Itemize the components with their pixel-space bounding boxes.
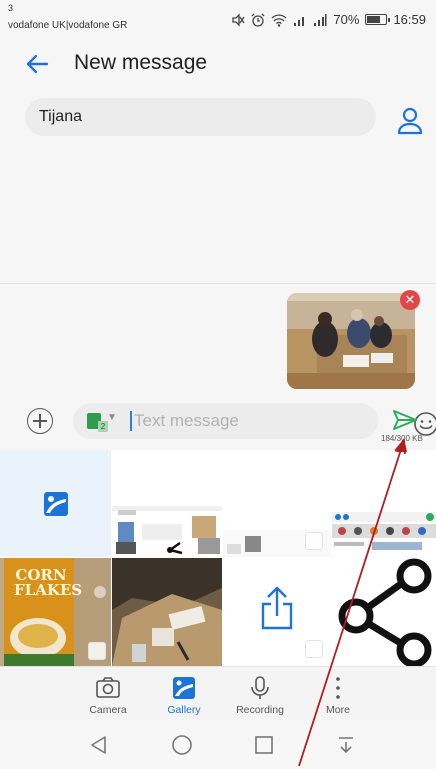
share-icon-thumbnail — [338, 558, 432, 666]
tab-camera[interactable]: Camera — [68, 673, 148, 721]
person-icon — [397, 107, 423, 135]
desk-photo — [112, 558, 222, 666]
tab-gallery-label: Gallery — [167, 704, 201, 716]
screenshot-thumbnail-image — [332, 512, 436, 550]
tab-camera-label: Camera — [89, 704, 127, 716]
navigation-bar — [0, 720, 436, 769]
recipient-area: Tijana — [0, 88, 436, 284]
status-time: 16:59 — [393, 12, 426, 27]
cornflakes-text: CORN FLAKES — [14, 568, 83, 599]
gallery-thumbnail[interactable] — [112, 450, 222, 557]
signal-icon-1 — [294, 16, 305, 26]
wifi-icon — [271, 13, 287, 27]
carrier-sim-number: 3 — [8, 3, 14, 13]
sim-card-icon[interactable] — [87, 413, 108, 432]
select-checkbox[interactable] — [305, 640, 323, 658]
message-input[interactable]: ▼ Text message — [73, 403, 436, 439]
more-icon — [336, 677, 340, 699]
gallery-icon — [173, 677, 195, 699]
upload-share-icon — [261, 586, 293, 630]
tab-more[interactable]: More — [298, 673, 378, 721]
remove-attachment-button[interactable]: ✕ — [400, 290, 420, 310]
text-cursor — [130, 411, 132, 431]
screenshot-thumbnail-image — [112, 506, 222, 555]
gallery-thumbnail[interactable] — [332, 450, 436, 557]
tab-recording[interactable]: Recording — [220, 673, 300, 721]
share-tile[interactable] — [223, 558, 331, 666]
signal-icon-2 — [314, 13, 327, 26]
cornflakes-line2: FLAKES — [14, 581, 83, 599]
recipient-name: Tijana — [39, 108, 82, 125]
nav-home-icon[interactable] — [170, 733, 194, 757]
add-contact-button[interactable] — [396, 106, 424, 136]
message-placeholder: Text message — [134, 411, 239, 430]
nav-recents-icon[interactable] — [252, 733, 276, 757]
battery-percent: 70% — [333, 12, 360, 27]
recipient-chip[interactable]: Tijana — [25, 98, 376, 136]
gallery-thumbnail[interactable] — [223, 450, 331, 557]
tab-more-label: More — [326, 704, 350, 716]
nav-notifications-icon[interactable] — [334, 733, 358, 757]
gallery-open-tile[interactable] — [0, 450, 111, 557]
back-arrow-icon — [26, 54, 49, 74]
page-title: New message — [74, 51, 208, 74]
select-checkbox[interactable] — [305, 532, 323, 550]
send-icon[interactable] — [392, 409, 418, 431]
microphone-icon — [251, 676, 269, 699]
battery-icon — [365, 14, 391, 25]
add-attachment-button[interactable] — [27, 408, 53, 434]
gallery-grid: CORN FLAKES — [0, 450, 436, 666]
alarm-icon — [251, 13, 265, 27]
nav-back-icon[interactable] — [87, 733, 111, 757]
status-bar: 3 vodafone UK|vodafone GR 70% 16:59 — [0, 0, 436, 40]
select-checkbox[interactable] — [88, 642, 106, 660]
close-icon: ✕ — [404, 292, 416, 307]
sim-dropdown-icon[interactable]: ▼ — [107, 412, 117, 423]
toolbar: New message — [0, 40, 436, 88]
attached-photo-image — [287, 293, 415, 389]
status-indicators: 70% 16:59 — [231, 12, 426, 27]
mute-icon — [232, 12, 245, 27]
conversation-area — [0, 284, 436, 400]
carrier-name: vodafone UK|vodafone GR — [8, 20, 128, 31]
attached-photo[interactable] — [287, 293, 415, 389]
tab-recording-label: Recording — [236, 704, 284, 716]
message-size-counter: 184/300 KB — [381, 434, 423, 443]
gallery-thumbnail[interactable] — [332, 558, 436, 666]
tab-gallery[interactable]: Gallery — [144, 673, 224, 721]
back-button[interactable] — [22, 48, 54, 80]
gallery-thumbnail[interactable]: CORN FLAKES — [0, 558, 111, 666]
attachment-tabs: Camera Gallery Recording More — [0, 666, 436, 720]
camera-icon — [96, 677, 120, 698]
gallery-thumbnail[interactable] — [112, 558, 222, 666]
composer: ▼ Text message 184/300 KB — [0, 400, 436, 450]
gallery-icon — [44, 492, 68, 516]
